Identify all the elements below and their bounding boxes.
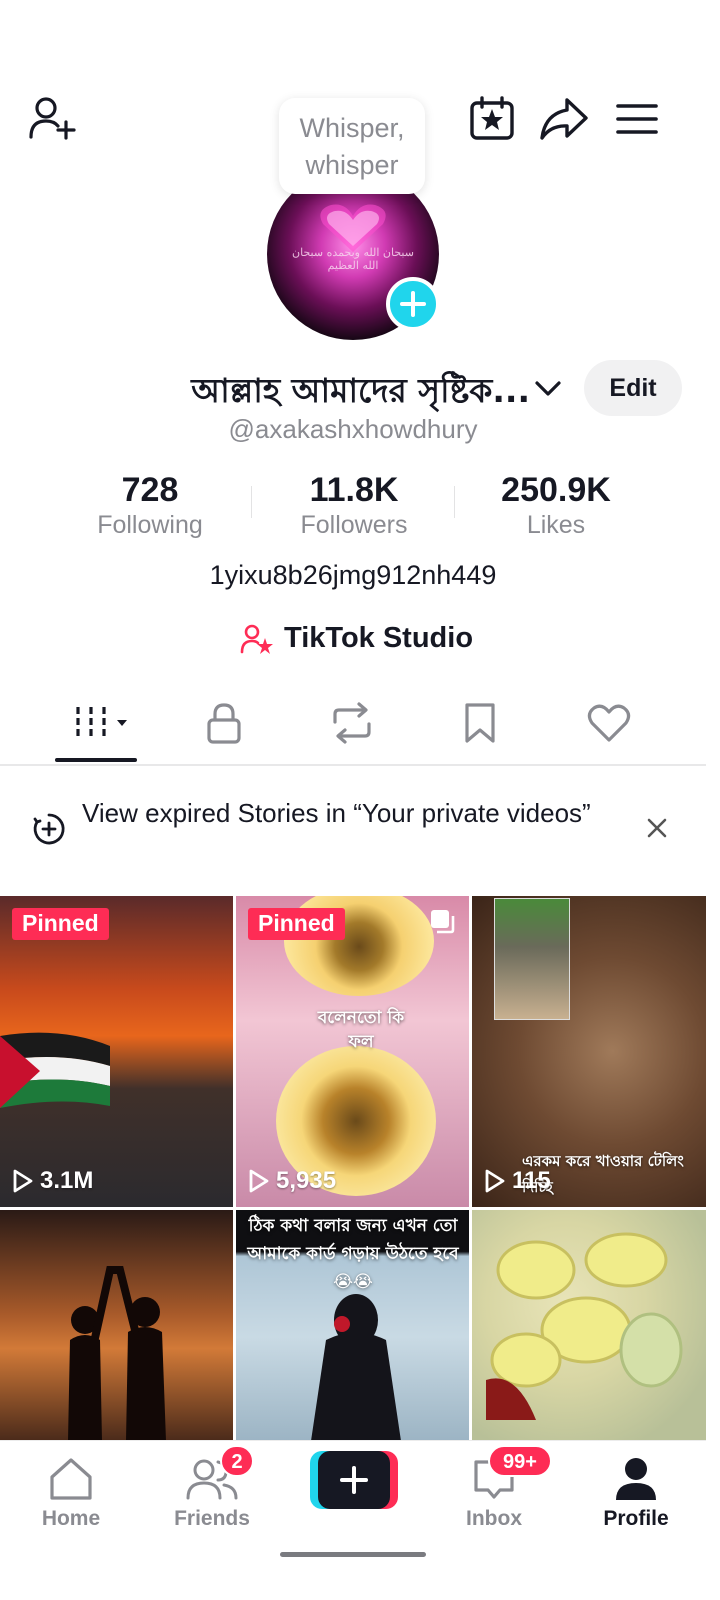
stories-notice-text: View expired Stories in “Your private vi… — [82, 798, 591, 828]
stat-divider — [251, 486, 252, 518]
video-thumbnail[interactable] — [472, 1210, 706, 1441]
stories-notice-icon — [32, 812, 66, 846]
multi-photo-icon — [429, 908, 457, 936]
calendar-button[interactable] — [467, 94, 517, 144]
avatar-caption: سبحان الله وبحمده سبحان الله العظيم — [292, 246, 414, 272]
tab-liked[interactable] — [577, 700, 641, 746]
active-tab-indicator — [55, 758, 137, 762]
nav-friends-label: Friends — [174, 1507, 250, 1530]
calendar-star-icon — [470, 96, 514, 140]
pinned-badge: Pinned — [248, 908, 345, 940]
tiktok-studio-link[interactable]: TikTok Studio — [240, 622, 473, 655]
view-count: 5,935 — [248, 1167, 336, 1195]
share-button[interactable] — [539, 94, 589, 144]
stat-following-value: 728 — [121, 471, 179, 509]
nav-home[interactable]: Home — [11, 1441, 131, 1531]
edit-profile-button[interactable]: Edit — [584, 360, 682, 416]
stat-likes-label: Likes — [526, 511, 586, 539]
stat-following[interactable]: 728 Following — [50, 470, 250, 540]
play-icon — [13, 1169, 33, 1193]
nav-friends[interactable]: Friends 2 — [152, 1441, 272, 1531]
whisper-line-1: Whisper, — [299, 113, 405, 143]
pinned-badge: Pinned — [12, 908, 109, 940]
username-handle: @axakashxhowdhury — [228, 414, 478, 444]
video-thumbnail[interactable] — [0, 1210, 233, 1441]
nav-profile-label: Profile — [603, 1507, 669, 1530]
view-count-value: 5,935 — [276, 1167, 337, 1194]
view-count-value: 115 — [512, 1167, 551, 1194]
share-arrow-icon — [540, 98, 588, 140]
stat-likes-value: 250.9K — [501, 471, 611, 509]
video-thumbnail[interactable]: এরকম করে খাওয়ার টেলিং দিচ্ছি 115 — [472, 896, 706, 1207]
videos-grid-icon — [76, 707, 127, 739]
person-plus-icon — [29, 97, 76, 140]
bookmark-icon — [465, 703, 495, 743]
profile-icon — [616, 1458, 656, 1500]
nav-inbox[interactable]: Inbox 99+ — [434, 1441, 554, 1531]
tiktok-studio-label: TikTok Studio — [284, 622, 474, 654]
close-icon — [647, 818, 667, 838]
stat-followers-label: Followers — [300, 511, 408, 539]
video-caption: ঠিক কথা বলার জন্য এখন তো আমাকে কার্ড গড়… — [247, 1216, 459, 1292]
stat-likes[interactable]: 250.9K Likes — [456, 470, 656, 540]
heart-outline-icon — [587, 704, 631, 742]
tab-favorites[interactable] — [448, 700, 512, 746]
nav-inbox-label: Inbox — [466, 1507, 522, 1530]
repost-icon — [333, 702, 371, 744]
view-count-value: 3.1M — [40, 1167, 94, 1194]
add-story-button[interactable] — [386, 277, 440, 331]
thumb-woman-figure — [306, 1290, 406, 1441]
menu-button[interactable] — [612, 94, 662, 144]
play-icon — [485, 1169, 505, 1193]
stat-followers-value: 11.8K — [309, 471, 399, 509]
stat-divider — [454, 486, 455, 518]
friends-notification-badge: 2 — [220, 1445, 254, 1477]
thumb-inset-photo — [494, 898, 570, 1020]
hamburger-menu-icon — [616, 104, 658, 134]
inbox-notification-badge: 99+ — [488, 1445, 552, 1477]
video-caption: বলেনতো কি ফল — [317, 1008, 405, 1052]
thumb-flag — [0, 1026, 120, 1116]
video-thumbnail[interactable]: ঠিক কথা বলার জন্য এখন তো আমাকে কার্ড গড়… — [236, 1210, 469, 1441]
play-icon — [249, 1169, 269, 1193]
tab-divider — [0, 764, 706, 766]
plus-icon — [400, 291, 426, 317]
create-button[interactable] — [310, 1451, 398, 1509]
create-button-core — [318, 1451, 390, 1509]
studio-person-star-icon — [240, 624, 273, 654]
tab-private[interactable] — [192, 700, 256, 746]
home-icon — [50, 1458, 92, 1500]
tab-videos[interactable] — [66, 700, 130, 746]
plus-icon — [340, 1466, 368, 1494]
bottom-navigation: Home Friends 2 Inbox 99+ Profile — [0, 1440, 706, 1600]
video-thumbnail[interactable]: Pinned বলেনতো কি ফল 5,935 — [236, 896, 469, 1207]
add-friend-button[interactable] — [28, 94, 78, 144]
thumb-sliced-fruit — [486, 1230, 686, 1420]
chevron-down-icon[interactable] — [532, 374, 564, 402]
whisper-tooltip[interactable]: Whisper, whisper — [279, 98, 425, 194]
video-grid: Pinned 3.1M Pinned বলেনতো কি ফল 5,935 এর… — [0, 896, 706, 1441]
close-notice-button[interactable] — [642, 813, 672, 843]
nav-home-label: Home — [41, 1507, 101, 1530]
view-count: 115 — [484, 1167, 551, 1195]
tab-reposts[interactable] — [320, 700, 384, 746]
view-count: 3.1M — [12, 1167, 93, 1195]
stat-following-label: Following — [97, 511, 203, 539]
whisper-line-2: whisper — [305, 150, 399, 180]
profile-bio: 1yixu8b26jmg912nh449 — [209, 560, 497, 590]
lock-icon — [207, 703, 241, 744]
display-name[interactable]: আল্লাহ আমাদের সৃষ্টিক... — [150, 365, 530, 421]
nav-profile[interactable]: Profile — [576, 1441, 696, 1531]
thumb-couple-silhouette — [40, 1250, 190, 1441]
stat-followers[interactable]: 11.8K Followers — [254, 470, 454, 540]
home-indicator — [280, 1552, 426, 1557]
video-thumbnail[interactable]: Pinned 3.1M — [0, 896, 233, 1207]
